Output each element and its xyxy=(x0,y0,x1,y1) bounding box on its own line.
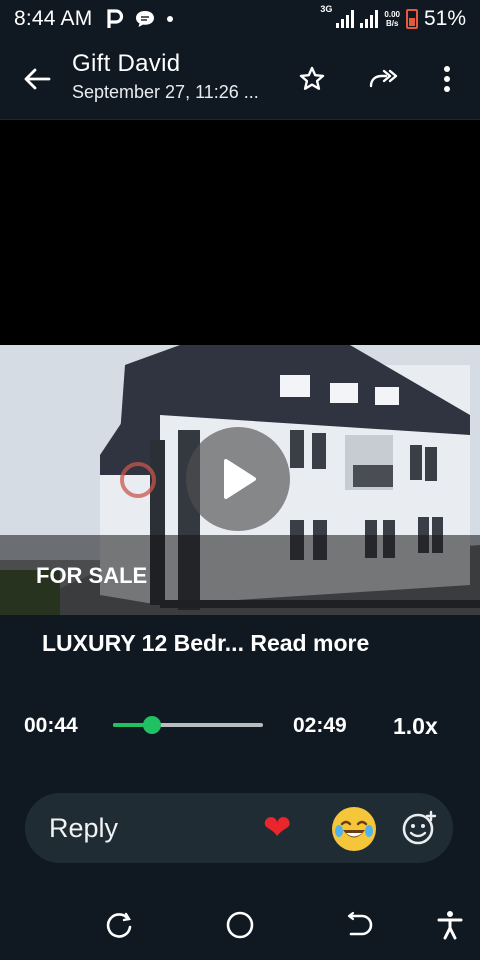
forward-button[interactable] xyxy=(366,62,400,96)
back-arrow-icon[interactable] xyxy=(20,62,54,96)
signal-icon: 3G xyxy=(320,4,355,28)
battery-percent: 51% xyxy=(423,7,466,30)
total-duration: 02:49 xyxy=(293,714,347,737)
home-icon xyxy=(226,911,254,939)
playback-speed-button[interactable]: 1.0x xyxy=(393,713,438,740)
battery-icon xyxy=(405,9,418,29)
status-bar: 8:44 AM 3G 0.00 B/s 51% xyxy=(0,0,480,38)
contact-info[interactable]: Gift David September 27, 11:26 ... xyxy=(72,50,259,103)
recents-icon xyxy=(106,912,132,938)
system-nav-bar xyxy=(0,890,480,960)
contact-name: Gift David xyxy=(72,50,181,77)
play-button[interactable] xyxy=(186,427,290,531)
emoji-plus-icon[interactable] xyxy=(401,809,439,847)
network-type: 3G xyxy=(320,4,333,14)
seek-bar[interactable] xyxy=(113,716,263,734)
home-button[interactable] xyxy=(222,907,258,943)
accessibility-button[interactable] xyxy=(432,907,468,943)
dot-icon xyxy=(167,16,174,22)
star-button[interactable] xyxy=(295,62,329,96)
seek-thumb[interactable] xyxy=(143,716,161,734)
net-speed-value: 0.00 xyxy=(384,10,400,19)
reply-input[interactable]: Reply xyxy=(49,813,118,844)
star-icon xyxy=(299,66,325,90)
read-more-link[interactable]: Read more xyxy=(250,630,369,656)
chat-bubble-icon xyxy=(136,11,155,27)
caption-text: LUXURY 12 Bedr... xyxy=(42,630,244,656)
current-time: 00:44 xyxy=(24,714,78,737)
recents-button[interactable] xyxy=(102,907,138,943)
reply-bar[interactable]: Reply ❤ xyxy=(25,793,453,863)
accessibility-icon xyxy=(437,911,463,940)
forward-icon xyxy=(369,69,398,88)
status-caption: LUXURY 12 Bedr... Read more xyxy=(42,630,369,657)
signal-icon xyxy=(360,10,379,28)
status-timestamp: September 27, 11:26 ... xyxy=(72,82,259,102)
more-vert-icon xyxy=(444,66,450,92)
heart-emoji[interactable]: ❤ xyxy=(263,809,292,847)
status-time: 8:44 AM xyxy=(14,7,93,30)
tears-of-joy-emoji[interactable] xyxy=(332,807,376,851)
parking-icon xyxy=(107,9,124,28)
back-icon xyxy=(347,911,373,936)
more-options-button[interactable] xyxy=(430,62,464,96)
status-viewer-header: Gift David September 27, 11:26 ... xyxy=(0,38,480,120)
back-button[interactable] xyxy=(341,907,377,943)
for-sale-label: FOR SALE xyxy=(36,563,148,588)
play-icon xyxy=(224,459,256,499)
net-speed-unit: B/s xyxy=(385,19,399,28)
net-speed: 0.00 B/s xyxy=(384,10,400,28)
playback-controls: 00:44 02:49 1.0x xyxy=(0,706,480,746)
